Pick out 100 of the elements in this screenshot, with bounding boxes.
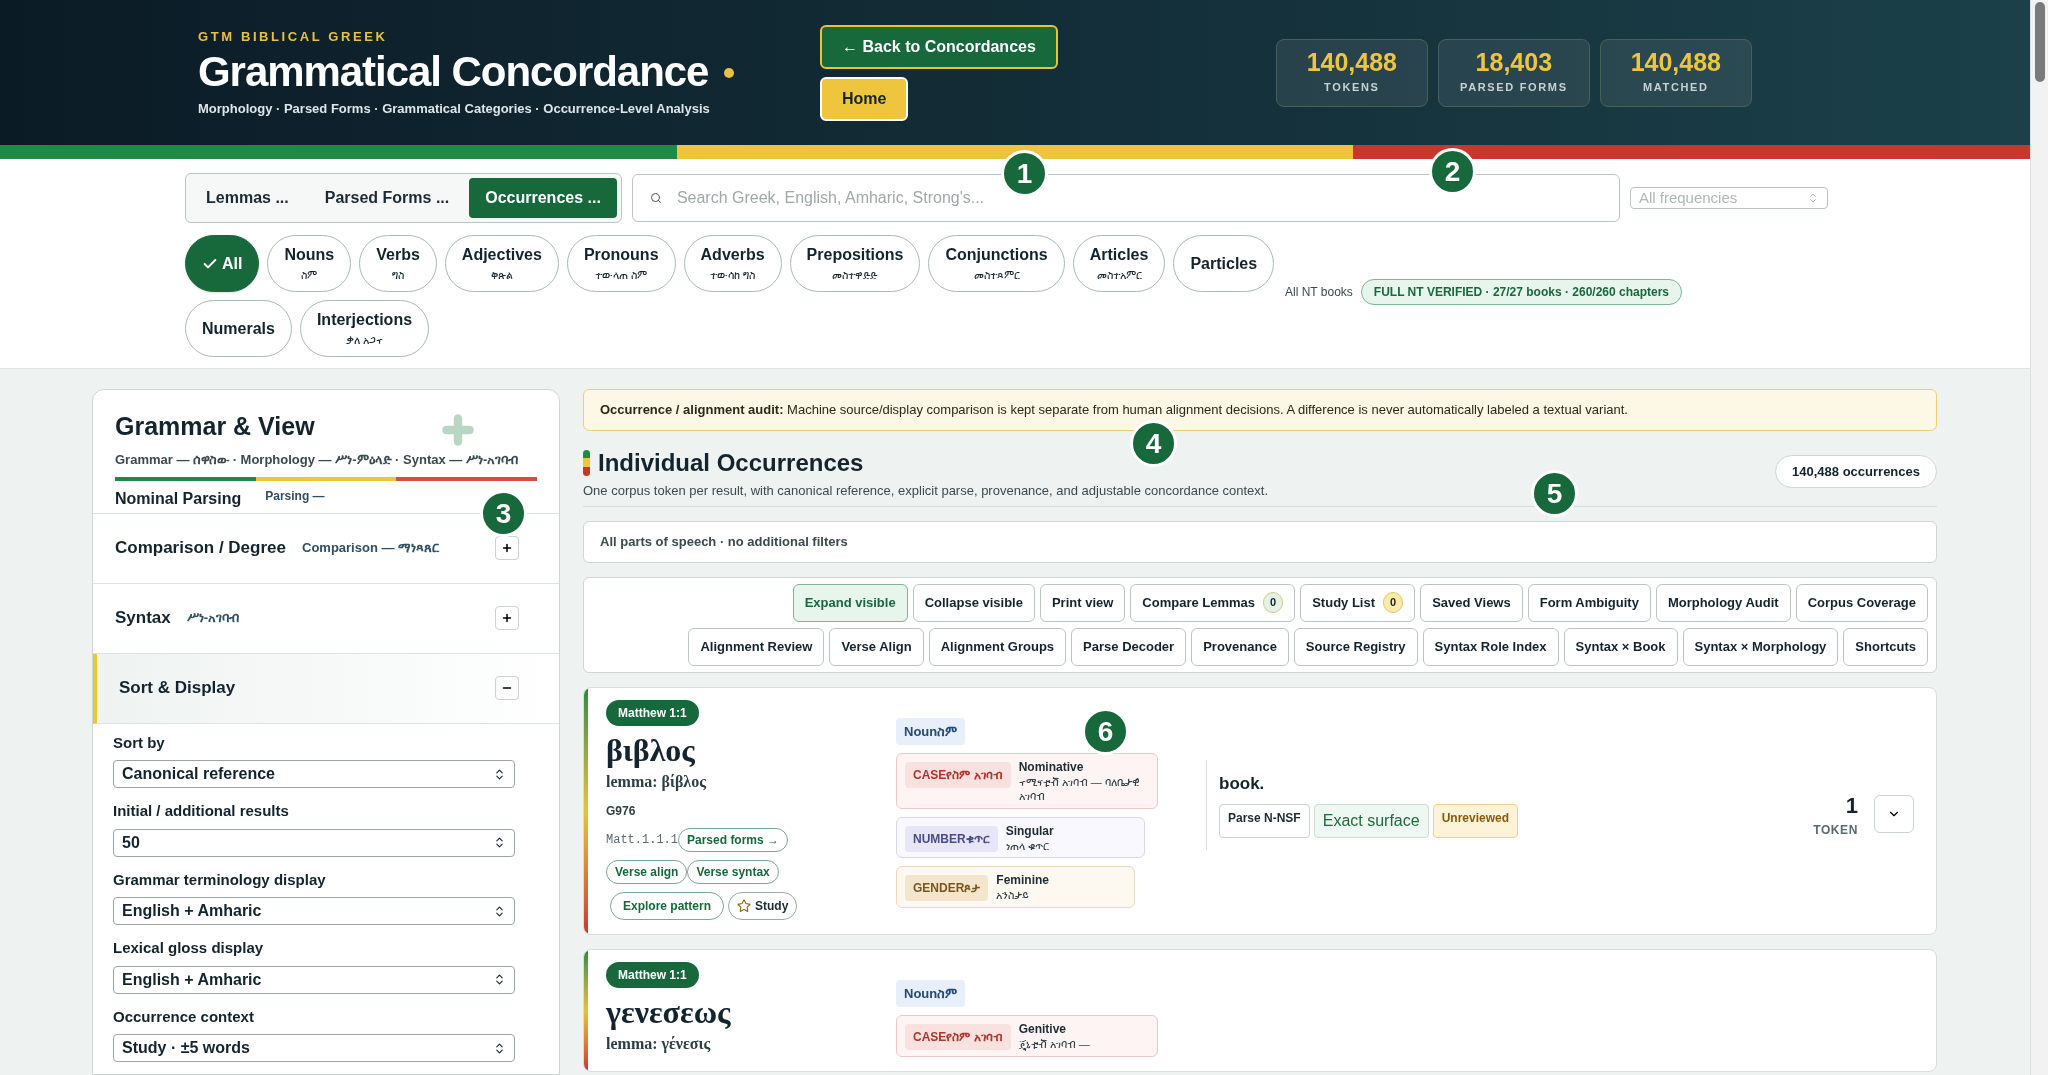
- back-button[interactable]: ← Back to Concordances: [820, 24, 1058, 69]
- stat-label: TOKENS: [1324, 79, 1380, 95]
- toolbar-button[interactable]: Compare Lemmas 0: [1130, 583, 1296, 622]
- count-badge: 0: [1383, 592, 1404, 613]
- token-label: TOKEN: [1813, 821, 1858, 839]
- toolbar-button[interactable]: Syntax × Book: [1563, 627, 1678, 666]
- status-tag: Exact surface: [1313, 804, 1429, 839]
- toolbar-button[interactable]: Alignment Review: [688, 627, 825, 666]
- feature-label: CASEየስም አገባብ: [905, 762, 1011, 788]
- occurrence-count: 140,488 occurrences: [1775, 454, 1937, 488]
- part-of-speech-chip[interactable]: Particles: [1173, 235, 1275, 292]
- feature-value-amharic: ጄኒቲቭ አገባብ —: [1018, 1038, 1091, 1052]
- setting-select[interactable]: Canonical reference: [113, 760, 515, 788]
- section-gloss: ሥነ-አገባብ: [186, 609, 241, 628]
- toolbar-button[interactable]: Study List 0: [1300, 583, 1416, 622]
- toolbar-button[interactable]: Corpus Coverage: [1795, 583, 1928, 622]
- step-marker: 5: [1531, 470, 1578, 517]
- select-icon: [493, 1041, 506, 1055]
- accordion-header[interactable]: Sort & Display: [93, 653, 559, 724]
- setting-label: Occurrence context: [113, 1006, 255, 1027]
- accordion-header[interactable]: Syntax ሥነ-አገባብ: [93, 583, 559, 654]
- plus-icon: [501, 612, 513, 624]
- toolbar-button[interactable]: Provenance: [1191, 627, 1289, 666]
- star-icon: [737, 898, 752, 913]
- part-of-speech-chip[interactable]: Adverbs ተውሳከ ግስ: [683, 235, 782, 292]
- lemma-text: lemma: γένεσις: [606, 1033, 711, 1055]
- part-of-speech-chip[interactable]: Verbs ግስ: [359, 235, 437, 292]
- toolbar-button[interactable]: Source Registry: [1293, 627, 1418, 666]
- part-of-speech-chip[interactable]: Articles መስተአምር: [1072, 235, 1166, 292]
- stat-value: 18,403: [1475, 49, 1553, 75]
- scrollbar-thumb[interactable]: [2034, 2, 2045, 82]
- sidebar-title: Grammar & View: [115, 411, 315, 442]
- home-button[interactable]: Home: [820, 76, 909, 121]
- feature-value: Genitive: [1018, 1021, 1068, 1038]
- reference-badge: Matthew 1:1: [606, 699, 699, 726]
- status-tag: Unreviewed: [1432, 804, 1518, 839]
- plus-icon: [501, 542, 513, 554]
- results-title: Individual Occurrences: [598, 447, 864, 478]
- feature-value: Singular: [1005, 822, 1055, 840]
- gloss-text: book.: [1219, 772, 1266, 795]
- toolbar-button[interactable]: Verse Align: [829, 627, 924, 666]
- toolbar-button[interactable]: Syntax Role Index: [1422, 627, 1559, 666]
- part-of-speech-chip[interactable]: Interjections ቃለ አጋኖ: [299, 300, 430, 357]
- select-icon: [493, 767, 506, 781]
- setting-select[interactable]: English + Amharic: [113, 965, 515, 994]
- toolbar-button[interactable]: Parse Decoder: [1071, 627, 1187, 666]
- results-description: One corpus token per result, with canonical reference, explicit parse, provenance, and adjustable concordance context.: [583, 481, 1269, 500]
- greek-word: γενεσεως: [606, 992, 731, 1032]
- setting-select[interactable]: English + Amharic: [113, 897, 515, 925]
- toolbar-button[interactable]: Saved Views: [1420, 583, 1523, 622]
- strongs-number: G976: [606, 802, 636, 820]
- feature-label: GENDERጾታ: [905, 875, 989, 902]
- part-of-speech-chip[interactable]: Numerals: [185, 300, 292, 357]
- part-of-speech-chip[interactable]: Conjunctions መስተጻምር: [928, 235, 1065, 292]
- part-of-speech-chip[interactable]: Nouns ስም: [267, 235, 352, 292]
- view-tab[interactable]: Parsed Forms ...: [308, 178, 466, 218]
- select-icon: [493, 836, 506, 849]
- toolbar-button[interactable]: Morphology Audit: [1655, 583, 1791, 622]
- sidebar-subtitle: Grammar — ሰዋስው · Morphology — ሥነ-ምዕላድ · Syntax — ሥነ-አገባብ: [115, 450, 519, 469]
- part-of-speech-chip[interactable]: Prepositions መስተዋድድ: [789, 235, 921, 292]
- view-tab[interactable]: Occurrences ...: [469, 178, 617, 218]
- verified-badge: FULL NT VERIFIED · 27/27 books · 260/260 chapters: [1360, 279, 1683, 305]
- toolbar-button[interactable]: Collapse visible: [912, 583, 1035, 622]
- page-title: Grammatical Concordance: [198, 47, 709, 98]
- view-tab[interactable]: Lemmas ...: [190, 178, 305, 218]
- part-of-speech-chip[interactable]: All: [185, 235, 260, 292]
- setting-select[interactable]: 50: [113, 828, 515, 857]
- setting-label: Grammar terminology display: [113, 869, 327, 890]
- coverage-label: All NT books: [1285, 284, 1353, 301]
- section-title: Nominal Parsing: [115, 489, 242, 509]
- tricolor-mark: [583, 449, 590, 476]
- feature-value: Nominative: [1018, 759, 1085, 776]
- toolbar-button[interactable]: Expand visible: [792, 583, 908, 622]
- toggle-button[interactable]: [495, 676, 519, 700]
- toolbar-button[interactable]: Shortcuts: [1843, 627, 1928, 666]
- filter-summary: All parts of speech · no additional filters: [583, 521, 1937, 563]
- part-of-speech-chip[interactable]: Adjectives ቅጽል: [444, 235, 559, 292]
- setting-select[interactable]: Study · ±5 words: [113, 1034, 515, 1062]
- part-of-speech-badge: Nounስም: [896, 717, 966, 745]
- part-of-speech-chip[interactable]: Pronouns ተውላጠ ስም: [566, 235, 676, 292]
- stat-label: PARSED FORMS: [1460, 79, 1568, 95]
- toggle-button[interactable]: [495, 606, 519, 630]
- reference-code: Matt.1.1.1: [606, 831, 678, 849]
- greek-word: βιβλος: [606, 730, 695, 770]
- page-subtitle: Morphology · Parsed Forms · Grammatical Categories · Occurrence-Level Analysis: [198, 99, 711, 118]
- feature-value-amharic: አንስታይ: [996, 889, 1031, 903]
- status-tag: Parse N-NSF: [1219, 804, 1310, 839]
- toolbar-button[interactable]: Form Ambiguity: [1527, 583, 1651, 622]
- setting-label: Sort by: [113, 732, 166, 753]
- section-title: Sort & Display: [119, 677, 236, 700]
- toolbar-button[interactable]: Print view: [1039, 583, 1126, 622]
- toolbar-button[interactable]: Syntax × Morphology: [1682, 627, 1839, 666]
- feature-value: Feminine: [996, 872, 1051, 890]
- section-gloss: Parsing —: [265, 488, 325, 505]
- token-count: 1: [1845, 794, 1858, 817]
- toolbar-button[interactable]: Alignment Groups: [928, 627, 1067, 666]
- select-icon: [493, 904, 506, 918]
- feature-value-amharic: ኖሚናቲቭ አገባብ — ባለቤታዊ አገባብ: [1018, 776, 1141, 804]
- feature-label: NUMBERቁጥር: [905, 825, 998, 852]
- eyebrow-text: GTM BIBLICAL GREEK: [198, 27, 389, 46]
